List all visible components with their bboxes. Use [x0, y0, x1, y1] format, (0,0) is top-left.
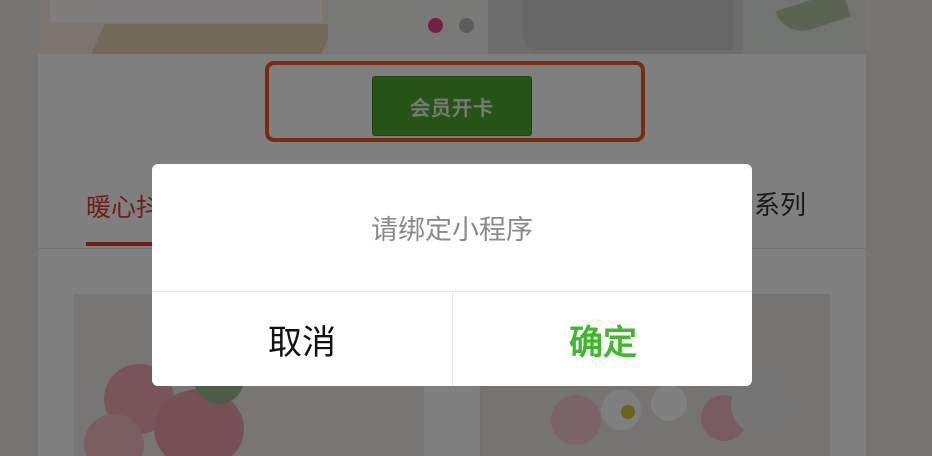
bind-mini-program-dialog: 请绑定小程序 取消 确定 [152, 164, 752, 386]
cancel-button[interactable]: 取消 [152, 292, 452, 386]
confirm-button[interactable]: 确定 [453, 292, 752, 386]
dialog-message: 请绑定小程序 [371, 215, 533, 246]
